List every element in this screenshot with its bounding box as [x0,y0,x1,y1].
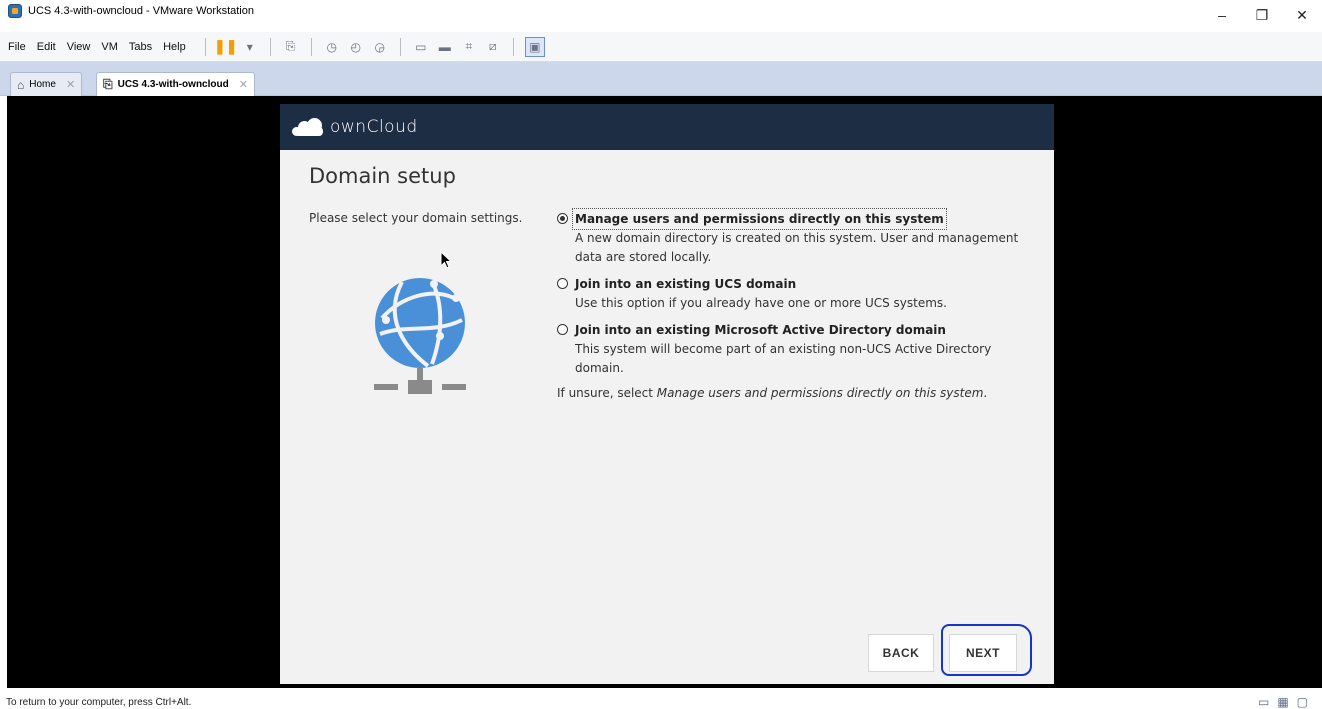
window-titlebar: UCS 4.3-with-owncloud - VMware Workstati… [0,0,1322,32]
option-description: A new domain directory is created on thi… [575,231,1019,264]
vmware-app-icon [8,4,22,18]
menu-tabs[interactable]: Tabs [129,41,152,53]
tab-label: Home [29,79,56,90]
hint-suffix: . [983,386,988,400]
option-label[interactable]: Join into an existing UCS domain [573,274,798,294]
chevron-down-icon[interactable]: ▾ [241,39,259,55]
mouse-cursor-icon [440,251,452,269]
toolbar-separator [269,37,271,56]
radio-join-ucs[interactable] [557,278,568,289]
back-button[interactable]: BACK [868,634,934,672]
option-label[interactable]: Manage users and permissions directly on… [572,208,947,230]
tab-vm[interactable]: ⎘ UCS 4.3-with-owncloud ✕ [96,72,255,96]
option-manage-locally[interactable]: Manage users and permissions directly on… [557,208,1027,267]
window-controls: – ❐ ✕ [1202,0,1322,30]
console-view-icon[interactable]: ▣ [524,36,545,57]
page-title: Domain setup [309,164,456,188]
display-icon[interactable]: ▦ [1277,695,1288,709]
menu-edit[interactable]: Edit [37,41,56,53]
fullscreen-icon[interactable]: ⌗ [460,39,478,55]
hint-prefix: If unsure, select [557,386,657,400]
pause-icon[interactable]: ❚❚ [214,38,237,55]
unity-icon[interactable]: ⧄ [484,39,502,55]
setup-panel: Domain setup Please select your domain s… [280,150,1054,684]
snapshot-manager-icon[interactable]: ◶ [371,39,389,55]
vm-icon: ⎘ [103,77,113,91]
statusbar: To return to your computer, press Ctrl+A… [0,688,1322,709]
option-join-ad[interactable]: Join into an existing Microsoft Active D… [557,319,1027,378]
message-icon[interactable]: ▢ [1297,695,1308,709]
option-description: This system will become part of an exist… [575,342,992,375]
hint-text: If unsure, select Manage users and permi… [557,384,1027,403]
restore-button[interactable]: ❐ [1242,0,1282,30]
tab-label: UCS 4.3-with-owncloud [117,79,229,90]
option-description: Use this option if you already have one … [575,296,947,310]
thumbnail-view-icon[interactable]: ▬ [436,39,454,55]
toolbar-separator [204,37,206,56]
option-label[interactable]: Join into an existing Microsoft Active D… [573,320,948,340]
close-window-button[interactable]: ✕ [1282,0,1322,30]
menu-vm[interactable]: VM [101,41,118,53]
tabbar: ⌂ Home ✕ ⎘ UCS 4.3-with-owncloud ✕ [0,62,1322,96]
toolbar-separator [399,37,401,56]
intro-text: Please select your domain settings. [309,211,523,225]
snapshot-take-icon[interactable]: ◷ [323,39,341,55]
close-icon[interactable]: ✕ [66,78,75,91]
snapshot-revert-icon[interactable]: ◴ [347,39,365,55]
radio-join-ad[interactable] [557,324,568,335]
home-icon: ⌂ [17,77,25,92]
menubar: File Edit View VM Tabs Help ❚❚ ▾ ⎘ ◷ ◴ ◶… [0,32,1322,62]
toolbar-separator [310,37,312,56]
toolbar-separator [512,37,514,56]
owncloud-logo-text: ownCloud [330,117,418,137]
option-join-ucs[interactable]: Join into an existing UCS domain Use thi… [557,273,1027,313]
tab-home[interactable]: ⌂ Home ✕ [10,72,83,96]
network-adapter-icon[interactable]: ▭ [1258,695,1269,709]
owncloud-header: ownCloud [280,104,1054,150]
menu-help[interactable]: Help [163,41,186,53]
status-text: To return to your computer, press Ctrl+A… [6,697,192,708]
domain-options: Manage users and permissions directly on… [557,208,1027,403]
library-view-icon[interactable]: ▭ [412,39,430,55]
status-icons: ▭ ▦ ▢ [1258,695,1308,709]
radio-manage-locally[interactable] [557,213,568,224]
hint-emphasis: Manage users and permissions directly on… [656,386,984,400]
network-globe-icon [372,276,468,398]
highlight-annotation [941,624,1032,676]
send-ctrl-alt-del-icon[interactable]: ⎘ [282,39,300,55]
window-title: UCS 4.3-with-owncloud - VMware Workstati… [28,5,254,17]
menu-view[interactable]: View [67,41,91,53]
owncloud-logo-icon [290,117,326,137]
minimize-button[interactable]: – [1202,0,1242,30]
close-icon[interactable]: ✕ [239,78,248,91]
menu-file[interactable]: File [8,41,26,53]
